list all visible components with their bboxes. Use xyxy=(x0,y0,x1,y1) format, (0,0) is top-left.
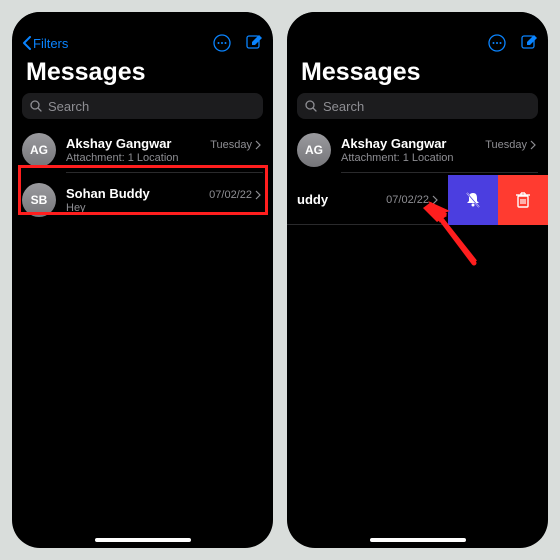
date-label: 07/02/22 xyxy=(209,189,261,201)
compose-icon[interactable] xyxy=(245,34,263,52)
home-indicator[interactable] xyxy=(95,538,191,542)
conversation-row[interactable]: AG Akshay Gangwar Tuesday Attachment: 1 … xyxy=(287,125,548,175)
avatar: AG xyxy=(297,133,331,167)
more-icon[interactable] xyxy=(213,34,231,52)
date-label: Tuesday xyxy=(485,139,536,151)
search-placeholder: Search xyxy=(48,99,89,114)
avatar: AG xyxy=(22,133,56,167)
contact-name: Akshay Gangwar xyxy=(341,136,447,151)
search-input[interactable]: Search xyxy=(22,93,263,119)
date-label: Tuesday xyxy=(210,139,261,151)
back-label: Filters xyxy=(33,36,68,51)
back-button[interactable]: Filters xyxy=(22,36,68,51)
bell-slash-icon xyxy=(464,191,482,209)
status-bar xyxy=(12,12,273,32)
conversation-row[interactable]: AG Akshay Gangwar Tuesday Attachment: 1 … xyxy=(12,125,273,175)
message-preview: Hey xyxy=(66,202,261,214)
conversation-row[interactable]: SB Sohan Buddy 07/02/22 Hey xyxy=(12,175,273,225)
chevron-left-icon xyxy=(22,36,31,50)
page-title: Messages xyxy=(287,54,548,93)
conversation-list: AG Akshay Gangwar Tuesday Attachment: 1 … xyxy=(287,125,548,225)
page-title: Messages xyxy=(12,54,273,93)
message-preview: Attachment: 1 Location xyxy=(66,152,261,164)
chevron-right-icon xyxy=(432,195,438,205)
trash-icon xyxy=(515,191,531,209)
swiped-conversation-row[interactable]: uddy 07/02/22 xyxy=(287,175,548,225)
search-icon xyxy=(305,100,317,112)
delete-button[interactable] xyxy=(498,175,548,225)
contact-name: Akshay Gangwar xyxy=(66,136,172,151)
search-input[interactable]: Search xyxy=(297,93,538,119)
phone-screen-left: Filters Messages Search AG Akshay Gangwa… xyxy=(12,12,273,548)
search-placeholder: Search xyxy=(323,99,364,114)
nav-bar: Filters xyxy=(12,32,273,54)
message-preview: Attachment: 1 Location xyxy=(341,152,536,164)
mute-button[interactable] xyxy=(448,175,498,225)
nav-bar xyxy=(287,32,548,54)
avatar: SB xyxy=(22,183,56,217)
phone-screen-right: Messages Search AG Akshay Gangwar Tuesda… xyxy=(287,12,548,548)
contact-name-fragment: uddy xyxy=(297,192,328,207)
chevron-right-icon xyxy=(255,140,261,150)
date-label: 07/02/22 xyxy=(386,194,438,206)
conversation-list: AG Akshay Gangwar Tuesday Attachment: 1 … xyxy=(12,125,273,225)
chevron-right-icon xyxy=(530,140,536,150)
contact-name: Sohan Buddy xyxy=(66,186,150,201)
chevron-right-icon xyxy=(255,190,261,200)
status-bar xyxy=(287,12,548,32)
search-icon xyxy=(30,100,42,112)
more-icon[interactable] xyxy=(488,34,506,52)
home-indicator[interactable] xyxy=(370,538,466,542)
compose-icon[interactable] xyxy=(520,34,538,52)
